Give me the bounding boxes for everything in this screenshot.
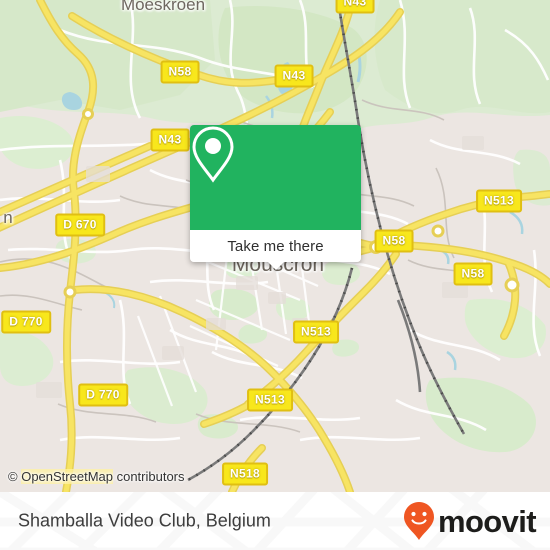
location-popup-card[interactable]: Take me there [190, 125, 361, 270]
road-shield-n518[interactable]: N518 [222, 462, 268, 486]
road-shield-d670[interactable]: D 670 [55, 213, 105, 237]
place-label-moeskroen: Moeskroen [120, 0, 206, 14]
popup-header [190, 125, 361, 230]
road-shield-n58[interactable]: N58 [453, 262, 493, 286]
road-shield-n58[interactable]: N58 [374, 229, 414, 253]
road-shield-n58[interactable]: N58 [160, 60, 200, 84]
map-screenshot: Moeskroen n Mouscron N43 N58 N43 N43 D 6… [0, 0, 550, 550]
moovit-wordmark: moovit [437, 503, 537, 539]
road-shield-n43[interactable]: N43 [335, 0, 375, 14]
take-me-there-label: Take me there [227, 237, 324, 255]
road-shield-n43[interactable]: N43 [150, 128, 190, 152]
map-attribution[interactable]: © OpenStreetMap contributors [8, 469, 185, 484]
map-pin-icon [192, 126, 234, 183]
map-canvas[interactable]: Moeskroen n Mouscron N43 N58 N43 N43 D 6… [0, 0, 550, 492]
road-shield-d770[interactable]: D 770 [1, 310, 51, 334]
road-shield-d770[interactable]: D 770 [78, 383, 128, 407]
road-shield-n513[interactable]: N513 [293, 320, 339, 344]
take-me-there-button[interactable]: Take me there [190, 230, 361, 262]
location-title: Shamballa Video Club, Belgium [18, 510, 271, 531]
place-label-partial-left: n [3, 208, 13, 227]
moovit-pin-icon [403, 502, 434, 540]
road-shield-n43[interactable]: N43 [274, 64, 314, 88]
footer-bar: Shamballa Video Club, Belgium moovit [0, 492, 550, 550]
attribution-text: © OpenStreetMap contributors [8, 469, 185, 484]
road-shield-n513[interactable]: N513 [476, 189, 522, 213]
road-shield-n513[interactable]: N513 [247, 388, 293, 412]
moovit-logo[interactable]: moovit [402, 501, 537, 541]
popup-tail [266, 261, 285, 270]
